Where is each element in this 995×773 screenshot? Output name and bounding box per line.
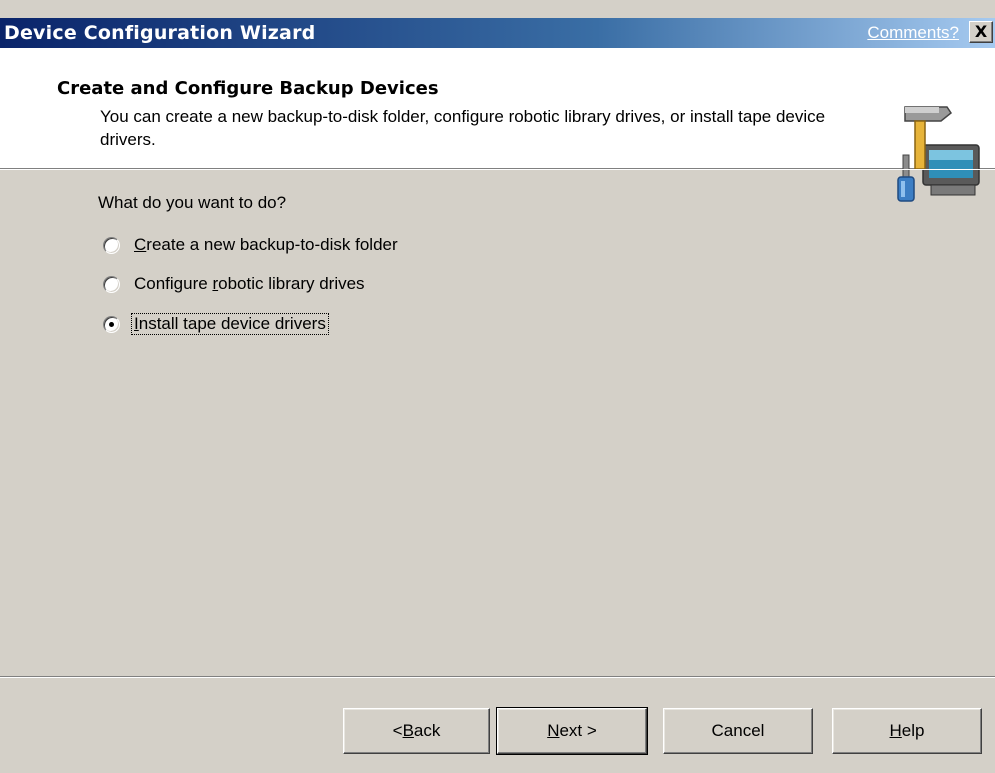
page-description: You can create a new backup-to-disk fold… — [100, 107, 826, 149]
radio-button[interactable] — [103, 275, 120, 293]
footer-separator — [0, 676, 995, 678]
next-button[interactable]: Next > — [496, 707, 648, 755]
radio-button-selected[interactable] — [103, 315, 120, 333]
question-label: What do you want to do? — [98, 193, 287, 212]
option-create-backup-to-disk-folder[interactable]: Create a new backup-to-disk folder — [103, 234, 400, 256]
option-label: Configure robotic library drives — [134, 274, 365, 293]
cancel-button[interactable]: Cancel — [663, 708, 813, 754]
title-bar[interactable]: Device Configuration Wizard Comments? X — [0, 18, 995, 48]
option-configure-robotic-library-drives[interactable]: Configure robotic library drives — [103, 273, 367, 295]
option-label: Install tape device drivers — [131, 313, 329, 335]
option-install-tape-device-drivers[interactable]: Install tape device drivers — [103, 313, 329, 335]
option-label: Create a new backup-to-disk folder — [134, 235, 398, 254]
window-title: Device Configuration Wizard — [4, 22, 316, 44]
comments-link[interactable]: Comments? — [867, 23, 959, 43]
close-icon: X — [974, 22, 988, 41]
wizard-body: What do you want to do? Create a new bac… — [0, 171, 995, 676]
page-heading: Create and Configure Backup Devices — [57, 78, 439, 99]
wizard-header: Create and Configure Backup Devices You … — [0, 48, 995, 202]
help-button[interactable]: Help — [832, 708, 982, 754]
close-button[interactable]: X — [969, 21, 993, 43]
wizard-window: Device Configuration Wizard Comments? X … — [0, 0, 995, 773]
radio-button[interactable] — [103, 236, 120, 254]
back-button[interactable]: < Back — [343, 708, 490, 754]
